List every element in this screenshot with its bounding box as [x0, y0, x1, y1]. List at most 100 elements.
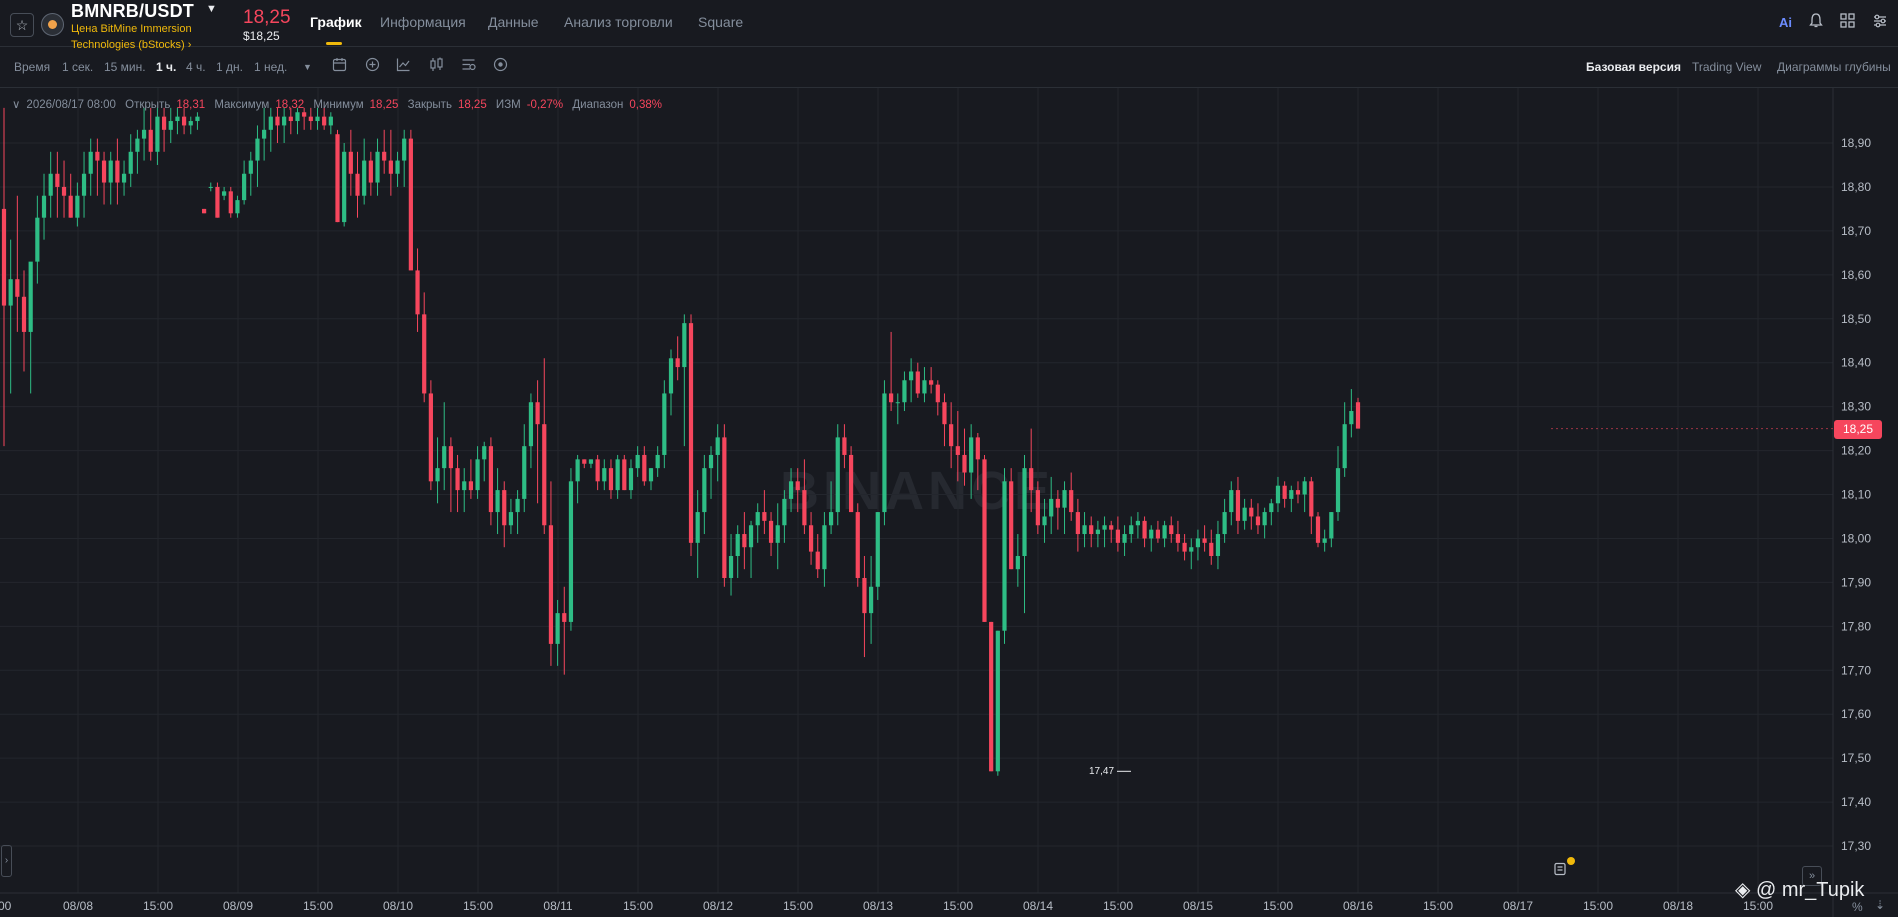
candle[interactable] [1035, 481, 1040, 535]
candle[interactable] [1315, 512, 1321, 548]
candle[interactable] [488, 437, 494, 526]
candle[interactable] [502, 481, 507, 548]
candle[interactable] [1075, 498, 1080, 552]
candle[interactable] [889, 331, 894, 412]
auto-scale-icon[interactable]: ⇣ [1875, 898, 1885, 912]
candle[interactable] [828, 481, 834, 535]
candle[interactable] [1229, 481, 1234, 526]
candle[interactable] [495, 468, 500, 535]
candle[interactable] [535, 380, 540, 504]
candle[interactable] [508, 498, 514, 535]
candle[interactable] [1202, 525, 1207, 552]
candle[interactable] [1189, 538, 1194, 570]
candle[interactable] [995, 630, 1000, 776]
candle[interactable] [775, 503, 780, 570]
candle[interactable] [855, 503, 860, 587]
candle[interactable] [148, 107, 153, 161]
candle[interactable] [562, 586, 567, 675]
candle[interactable] [1082, 512, 1087, 548]
candle[interactable] [1, 107, 7, 447]
candle[interactable] [788, 468, 794, 513]
candle[interactable] [1022, 454, 1027, 614]
candle[interactable] [869, 556, 874, 644]
candle[interactable] [168, 107, 173, 143]
candle[interactable] [848, 446, 854, 513]
candle[interactable] [702, 454, 707, 535]
candle[interactable] [902, 371, 907, 412]
candle[interactable] [875, 512, 880, 600]
candle[interactable] [135, 129, 140, 174]
candle[interactable] [442, 402, 447, 491]
candle[interactable] [61, 160, 67, 218]
candle[interactable] [628, 459, 634, 499]
candle[interactable] [328, 112, 333, 135]
candle[interactable] [475, 446, 480, 499]
candle[interactable] [1029, 428, 1034, 513]
candle[interactable] [1309, 476, 1314, 535]
candle[interactable] [482, 441, 487, 482]
candle[interactable] [121, 160, 127, 196]
candle[interactable] [1209, 529, 1214, 565]
candle[interactable] [555, 599, 560, 666]
candle[interactable] [1349, 389, 1354, 438]
candle[interactable] [695, 490, 700, 578]
candle[interactable] [909, 358, 914, 403]
candle[interactable] [295, 107, 300, 135]
candle[interactable] [1069, 472, 1074, 521]
candle[interactable] [1109, 520, 1114, 543]
candle[interactable] [982, 454, 987, 622]
candle[interactable] [268, 107, 273, 152]
candle[interactable] [41, 173, 47, 240]
candle[interactable] [782, 490, 787, 543]
candle[interactable] [1015, 534, 1020, 587]
candle[interactable] [1115, 516, 1120, 552]
candle[interactable] [1255, 503, 1261, 535]
candle[interactable] [1289, 485, 1294, 513]
candle[interactable] [141, 107, 147, 161]
candle[interactable] [682, 314, 687, 447]
candle[interactable] [588, 459, 594, 469]
candle[interactable] [155, 107, 160, 165]
candle[interactable] [1149, 525, 1154, 552]
candle[interactable] [922, 367, 927, 403]
candle[interactable] [335, 129, 340, 223]
candle[interactable] [688, 314, 694, 557]
candle[interactable] [288, 107, 293, 135]
candle[interactable] [835, 424, 840, 526]
candle[interactable] [942, 393, 947, 447]
candle[interactable] [308, 107, 313, 130]
candlestick-chart[interactable]: 18,90 18,80 18,70 18,60 18,50 18,40 18,30 18,20… [0, 0, 1898, 917]
candle[interactable] [929, 367, 934, 394]
candle[interactable] [282, 107, 287, 143]
candle[interactable] [348, 129, 353, 196]
candle[interactable] [395, 151, 400, 187]
candle[interactable] [715, 424, 720, 482]
candle[interactable] [595, 454, 600, 491]
candle[interactable] [275, 107, 280, 143]
candle[interactable] [1122, 525, 1127, 557]
candle[interactable] [15, 195, 20, 332]
expand-left-arrow-icon[interactable]: › [1, 845, 12, 877]
candle[interactable] [1009, 468, 1014, 570]
candle[interactable] [1242, 498, 1247, 530]
candle[interactable] [1102, 516, 1107, 548]
candle[interactable] [408, 129, 413, 271]
candle[interactable] [228, 186, 233, 218]
candle[interactable] [1275, 476, 1281, 513]
candle[interactable] [949, 402, 954, 469]
candle[interactable] [108, 151, 113, 205]
candle[interactable] [468, 459, 473, 499]
candle[interactable] [808, 512, 814, 565]
candle[interactable] [608, 459, 614, 499]
candle[interactable] [915, 362, 920, 398]
notes-icon[interactable] [1553, 862, 1569, 878]
candle[interactable] [1355, 397, 1361, 429]
candle[interactable] [1062, 481, 1067, 535]
candle[interactable] [415, 248, 420, 332]
candle[interactable] [128, 134, 133, 187]
candle[interactable] [242, 160, 247, 205]
candle[interactable] [1335, 446, 1341, 521]
candle[interactable] [542, 358, 547, 535]
candle[interactable] [235, 195, 240, 218]
candle[interactable] [462, 468, 467, 513]
